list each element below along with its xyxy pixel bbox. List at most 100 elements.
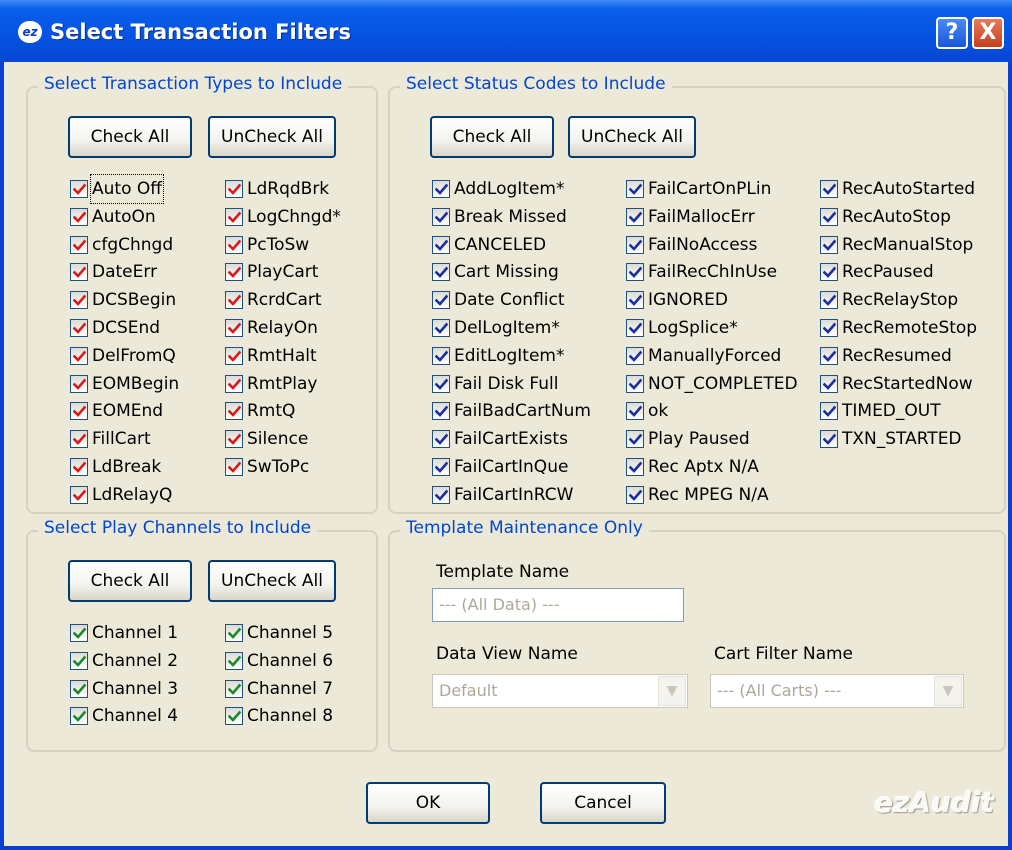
checkmark-icon[interactable]: [70, 485, 88, 504]
checkmark-icon[interactable]: [626, 346, 644, 365]
pc-uncheck-all-button[interactable]: UnCheck All: [208, 560, 336, 602]
ok-button[interactable]: OK: [366, 782, 490, 824]
checkmark-icon[interactable]: [70, 235, 88, 254]
checkmark-icon[interactable]: [820, 430, 838, 449]
checkmark-icon[interactable]: [225, 263, 243, 282]
checkmark-icon[interactable]: [70, 402, 88, 421]
checkmark-icon[interactable]: [225, 402, 243, 421]
checkbox-label: EOMBegin: [92, 373, 180, 394]
close-button[interactable]: X: [972, 17, 1004, 49]
data-view-select[interactable]: Default ▼: [432, 674, 688, 708]
checkmark-icon[interactable]: [225, 346, 243, 365]
checkmark-icon[interactable]: [626, 207, 644, 226]
sc-uncheck-all-button[interactable]: UnCheck All: [568, 116, 696, 158]
checkbox-label: Channel 8: [247, 706, 334, 727]
transaction-types-legend: Select Transaction Types to Include: [38, 74, 349, 94]
checkmark-icon[interactable]: [70, 346, 88, 365]
checkmark-icon[interactable]: [70, 679, 88, 698]
checkmark-icon[interactable]: [432, 458, 450, 476]
cart-filter-label: Cart Filter Name: [714, 644, 854, 664]
tt-uncheck-all-button[interactable]: UnCheck All: [208, 116, 336, 158]
checkbox-label: Channel 7: [247, 678, 334, 699]
template-name-input[interactable]: --- (All Data) ---: [432, 588, 684, 622]
help-button[interactable]: ?: [936, 17, 968, 49]
window-title: Select Transaction Filters: [50, 20, 352, 44]
checkbox-label: RecRemoteStop: [842, 318, 978, 338]
checkbox-label: RmtPlay: [247, 373, 318, 394]
checkmark-icon[interactable]: [225, 624, 243, 642]
checkmark-icon[interactable]: [626, 374, 644, 393]
checkbox-label: FailNoAccess: [648, 234, 758, 255]
checkmark-icon[interactable]: [432, 430, 450, 449]
checkmark-icon[interactable]: [70, 707, 88, 726]
checkbox-label: PcToSw: [247, 234, 310, 255]
checkmark-icon[interactable]: [225, 707, 243, 726]
checkmark-icon[interactable]: [70, 319, 88, 337]
checkmark-icon[interactable]: [820, 319, 838, 337]
checkbox-label: RecRelayStop: [842, 290, 959, 311]
checkmark-icon[interactable]: [432, 263, 450, 282]
checkmark-icon[interactable]: [70, 207, 88, 226]
title-bar[interactable]: ez Select Transaction Filters ? X: [0, 0, 1012, 62]
checkmark-icon[interactable]: [225, 430, 243, 449]
checkbox-label: IGNORED: [648, 290, 728, 311]
checkmark-icon[interactable]: [626, 263, 644, 282]
checkmark-icon[interactable]: [820, 207, 838, 226]
pc-check-all-button[interactable]: Check All: [68, 560, 192, 602]
checkmark-icon[interactable]: [225, 180, 243, 198]
tt-check-all-button[interactable]: Check All: [68, 116, 192, 158]
checkmark-icon[interactable]: [820, 263, 838, 282]
checkmark-icon[interactable]: [626, 180, 644, 198]
checkmark-icon[interactable]: [225, 319, 243, 337]
checkmark-icon[interactable]: [820, 235, 838, 254]
checkbox-label: Channel 2: [92, 650, 179, 671]
checkbox-label: RcrdCart: [247, 290, 322, 311]
checkmark-icon[interactable]: [70, 624, 88, 642]
checkmark-icon[interactable]: [70, 374, 88, 393]
checkmark-icon[interactable]: [626, 485, 644, 504]
checkmark-icon[interactable]: [225, 235, 243, 254]
checkmark-icon[interactable]: [626, 402, 644, 421]
checkmark-icon[interactable]: [820, 291, 838, 310]
checkmark-icon[interactable]: [432, 235, 450, 254]
checkmark-icon[interactable]: [626, 430, 644, 449]
checkmark-icon[interactable]: [432, 346, 450, 365]
checkmark-icon[interactable]: [626, 235, 644, 254]
checkmark-icon[interactable]: [432, 402, 450, 421]
checkmark-icon[interactable]: [70, 180, 88, 198]
chevron-down-icon[interactable]: ▼: [934, 676, 962, 706]
sc-check-all-button[interactable]: Check All: [430, 116, 554, 158]
checkmark-icon[interactable]: [70, 263, 88, 282]
checkbox-label: RecAutoStop: [842, 206, 951, 227]
checkmark-icon[interactable]: [70, 291, 88, 310]
checkmark-icon[interactable]: [432, 207, 450, 226]
checkmark-icon[interactable]: [820, 402, 838, 421]
checkmark-icon[interactable]: [432, 319, 450, 337]
checkbox-label: Auto Off: [90, 174, 164, 204]
checkmark-icon[interactable]: [820, 180, 838, 198]
checkmark-icon[interactable]: [225, 679, 243, 698]
checkbox-label: AddLogItem*: [454, 179, 565, 199]
checkmark-icon[interactable]: [225, 651, 243, 670]
checkmark-icon[interactable]: [432, 485, 450, 504]
cart-filter-select[interactable]: --- (All Carts) --- ▼: [710, 674, 964, 708]
chevron-down-icon[interactable]: ▼: [658, 676, 686, 706]
checkmark-icon[interactable]: [626, 319, 644, 337]
cart-filter-value: --- (All Carts) ---: [717, 681, 842, 700]
checkmark-icon[interactable]: [432, 291, 450, 310]
checkmark-icon[interactable]: [225, 207, 243, 226]
checkmark-icon[interactable]: [225, 458, 243, 476]
checkmark-icon[interactable]: [820, 346, 838, 365]
checkmark-icon[interactable]: [432, 374, 450, 393]
checkmark-icon[interactable]: [432, 180, 450, 198]
template-name-label: Template Name: [436, 562, 570, 582]
checkmark-icon[interactable]: [225, 291, 243, 310]
checkmark-icon[interactable]: [626, 291, 644, 310]
checkmark-icon[interactable]: [820, 374, 838, 393]
checkmark-icon[interactable]: [70, 458, 88, 476]
checkmark-icon[interactable]: [626, 458, 644, 476]
checkmark-icon[interactable]: [70, 430, 88, 449]
cancel-button[interactable]: Cancel: [540, 782, 666, 824]
checkmark-icon[interactable]: [70, 651, 88, 670]
checkmark-icon[interactable]: [225, 374, 243, 393]
